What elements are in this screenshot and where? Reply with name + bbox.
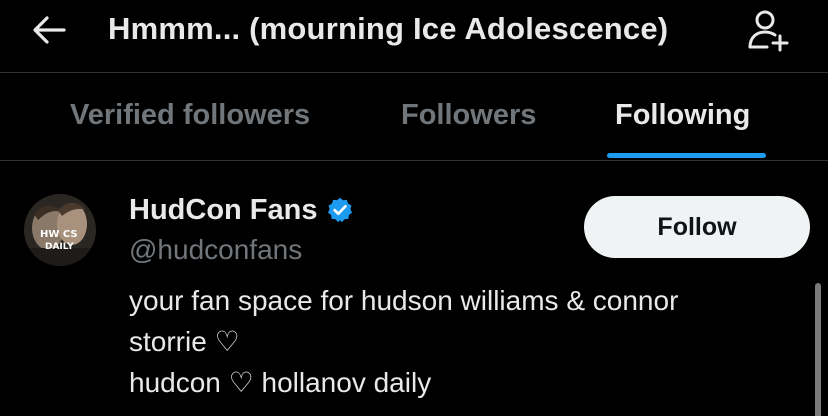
user-cell[interactable]: HW CS DAILY HudCon Fans @hudconfans Foll… [0, 161, 828, 416]
user-bio: your fan space for hudson williams & con… [129, 280, 789, 403]
add-user-icon [748, 10, 789, 52]
user-handle[interactable]: @hudconfans [129, 232, 302, 268]
tab-verified-followers[interactable]: Verified followers [70, 95, 310, 135]
tab-bar: Verified followers Followers Following [0, 73, 828, 159]
tab-followers[interactable]: Followers [401, 95, 536, 135]
avatar-text-line2: DAILY [45, 242, 74, 252]
top-bar: Hmmm... (mourning Ice Adolescence) [0, 0, 828, 72]
follow-button[interactable]: Follow [584, 196, 810, 258]
avatar[interactable]: HW CS DAILY [24, 194, 96, 266]
scrollbar[interactable] [815, 283, 821, 416]
page-title: Hmmm... (mourning Ice Adolescence) [108, 11, 669, 46]
display-name[interactable]: HudCon Fans [129, 192, 318, 228]
active-tab-indicator [607, 153, 766, 158]
avatar-text-line1: HW CS [40, 229, 78, 240]
back-arrow-icon [33, 16, 66, 44]
tab-following[interactable]: Following [615, 95, 750, 135]
bio-line: storrie ♡ [129, 326, 240, 357]
bio-line: your fan space for hudson williams & con… [129, 285, 679, 316]
avatar-image: HW CS DAILY [24, 194, 96, 266]
verified-badge-icon [327, 197, 352, 223]
name-row: HudCon Fans [129, 192, 354, 228]
back-button[interactable] [26, 10, 72, 50]
bio-line: hudcon ♡ hollanov daily [129, 367, 432, 398]
add-user-button[interactable] [742, 4, 794, 56]
